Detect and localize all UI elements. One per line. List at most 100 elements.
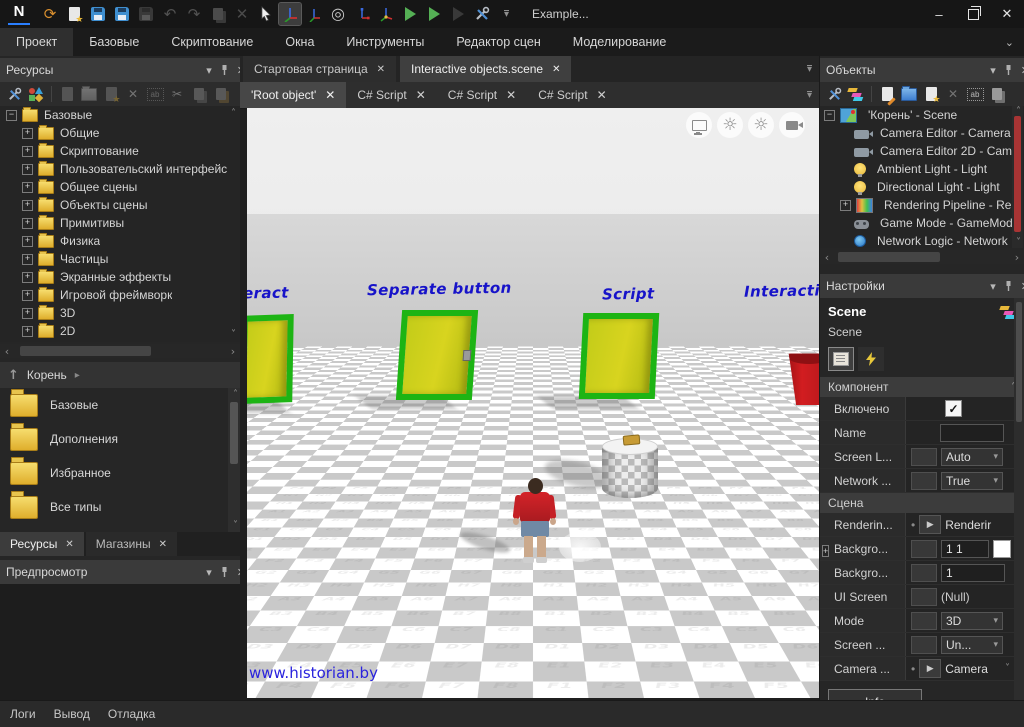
- new-component-icon[interactable]: ★: [921, 84, 941, 104]
- transform-tool-icon[interactable]: [375, 3, 397, 25]
- scroll-left-icon[interactable]: ‹: [0, 345, 14, 358]
- character[interactable]: [503, 476, 565, 564]
- menu-project[interactable]: Проект: [0, 28, 73, 56]
- expander-icon[interactable]: +: [22, 200, 33, 211]
- close-icon[interactable]: ✕: [325, 88, 335, 102]
- mode-dropdown[interactable]: 3D▾: [941, 612, 1003, 630]
- expander-icon[interactable]: +: [22, 308, 33, 319]
- expander-icon[interactable]: +: [840, 200, 851, 211]
- expander-icon[interactable]: −: [824, 110, 835, 121]
- tree-item[interactable]: +Примитивы: [0, 214, 240, 232]
- scroll-down-icon[interactable]: ˅: [1016, 237, 1021, 248]
- background-multiplier-input[interactable]: 1: [941, 564, 1005, 582]
- tree-item-scene-root[interactable]: −'Корень' - Scene: [820, 106, 1024, 124]
- tree-item[interactable]: +Общие: [0, 124, 240, 142]
- default-flag-box[interactable]: [911, 612, 937, 630]
- color-swatch[interactable]: [993, 540, 1011, 558]
- folder-list-vscrollbar[interactable]: ˄ ˅: [228, 388, 240, 532]
- restore-button[interactable]: [956, 2, 990, 26]
- close-button[interactable]: ✕: [990, 2, 1024, 26]
- list-item[interactable]: Все типы: [0, 490, 240, 524]
- lighting-icon[interactable]: ☼: [717, 112, 743, 138]
- goto-reference-button[interactable]: ▶: [919, 515, 941, 534]
- tab-csharp-script-2[interactable]: C# Script✕: [437, 82, 527, 108]
- section-scene[interactable]: Сцена: [820, 493, 1024, 513]
- tree-item[interactable]: −Базовые: [0, 106, 240, 124]
- redo-icon[interactable]: ↷: [183, 3, 205, 25]
- delete-object-icon[interactable]: ✕: [943, 84, 963, 104]
- events-view-button[interactable]: [858, 347, 884, 371]
- statusbar-output[interactable]: Вывод: [54, 707, 90, 721]
- menu-scripting[interactable]: Скриптование: [155, 28, 269, 56]
- save-all-icon[interactable]: [135, 3, 157, 25]
- panel-dropdown-icon[interactable]: ▾: [206, 64, 212, 77]
- camera-view-icon[interactable]: [779, 112, 805, 138]
- toolbar-overflow-icon[interactable]: ▾: [495, 3, 517, 25]
- list-item[interactable]: Базовые: [0, 388, 240, 422]
- tree-item[interactable]: +Экранные эффекты: [0, 268, 240, 286]
- new-folder-icon[interactable]: [899, 84, 919, 104]
- tree-item[interactable]: +Общее сцены: [0, 178, 240, 196]
- tree-item[interactable]: +Игровой фреймворк: [0, 286, 240, 304]
- goto-reference-button[interactable]: ▶: [919, 659, 941, 678]
- scroll-up-icon[interactable]: ˄: [231, 108, 236, 119]
- scale-tool-icon[interactable]: [351, 3, 373, 25]
- scroll-right-icon[interactable]: ›: [226, 345, 240, 358]
- menu-chevron-icon[interactable]: ⌄: [1005, 36, 1014, 49]
- close-icon[interactable]: ✕: [416, 88, 426, 102]
- new-file-icon[interactable]: ★: [101, 84, 121, 104]
- step-icon[interactable]: [447, 3, 469, 25]
- tree-item[interactable]: Camera Editor - Camera: [820, 124, 1024, 142]
- menu-tools[interactable]: Инструменты: [330, 28, 440, 56]
- default-flag-box[interactable]: [911, 564, 937, 582]
- close-icon[interactable]: ✕: [377, 64, 385, 75]
- settings-wrench-icon[interactable]: [824, 84, 844, 104]
- copy-object-icon[interactable]: [987, 84, 1007, 104]
- menu-basic[interactable]: Базовые: [73, 28, 155, 56]
- default-flag-box[interactable]: [911, 448, 937, 466]
- expander-icon[interactable]: +: [22, 164, 33, 175]
- network-mode-dropdown[interactable]: True▾: [941, 472, 1003, 490]
- name-input[interactable]: [940, 424, 1004, 442]
- close-icon[interactable]: ✕: [506, 88, 516, 102]
- expander-icon[interactable]: +: [22, 182, 33, 193]
- pin-icon[interactable]: [220, 64, 229, 76]
- tab-root-object[interactable]: 'Root object'✕: [240, 82, 346, 108]
- rename-object-icon[interactable]: ab: [965, 84, 985, 104]
- breadcrumb-chevron-icon[interactable]: ▸: [75, 370, 80, 381]
- enabled-checkbox[interactable]: ✓: [945, 400, 962, 417]
- default-flag-box[interactable]: [911, 540, 937, 558]
- statusbar-debug[interactable]: Отладка: [108, 707, 155, 721]
- background-color-input[interactable]: 1 1: [941, 540, 989, 558]
- app-logo[interactable]: N: [8, 3, 30, 25]
- duplicate-icon[interactable]: [207, 3, 229, 25]
- expander-icon[interactable]: +: [22, 272, 33, 283]
- pin-icon[interactable]: [1004, 64, 1013, 76]
- new-folder-icon[interactable]: [79, 84, 99, 104]
- info-button[interactable]: Info: [828, 689, 922, 700]
- tree-item[interactable]: Game Mode - GameMod: [820, 214, 1024, 232]
- list-item[interactable]: Избранное: [0, 456, 240, 490]
- expander-icon[interactable]: +: [22, 146, 33, 157]
- move-object-icon[interactable]: [303, 3, 325, 25]
- panel-dropdown-icon[interactable]: ▾: [990, 64, 996, 77]
- panel-dropdown-icon[interactable]: ▾: [206, 566, 212, 579]
- close-icon[interactable]: ✕: [159, 539, 167, 550]
- transform-objects-icon[interactable]: [846, 84, 866, 104]
- expander-icon[interactable]: +: [22, 236, 33, 247]
- new-object-icon[interactable]: [877, 84, 897, 104]
- door-script[interactable]: [579, 313, 660, 399]
- resources-hscrollbar[interactable]: ‹ ›: [0, 344, 240, 358]
- cut-icon[interactable]: ✂: [167, 84, 187, 104]
- copy-icon[interactable]: [189, 84, 209, 104]
- minimize-button[interactable]: –: [922, 2, 956, 26]
- tab-csharp-script-1[interactable]: C# Script✕: [346, 82, 436, 108]
- scroll-down-icon[interactable]: ˅: [231, 329, 236, 340]
- expander-icon[interactable]: +: [822, 545, 829, 557]
- undo-icon[interactable]: ↶: [159, 3, 181, 25]
- paste-icon[interactable]: [211, 84, 231, 104]
- settings-wrench-icon[interactable]: [4, 84, 24, 104]
- tree-item[interactable]: Camera Editor 2D - Cam: [820, 142, 1024, 160]
- close-icon[interactable]: ✕: [552, 64, 560, 75]
- section-component[interactable]: Компонент ˄: [820, 377, 1024, 397]
